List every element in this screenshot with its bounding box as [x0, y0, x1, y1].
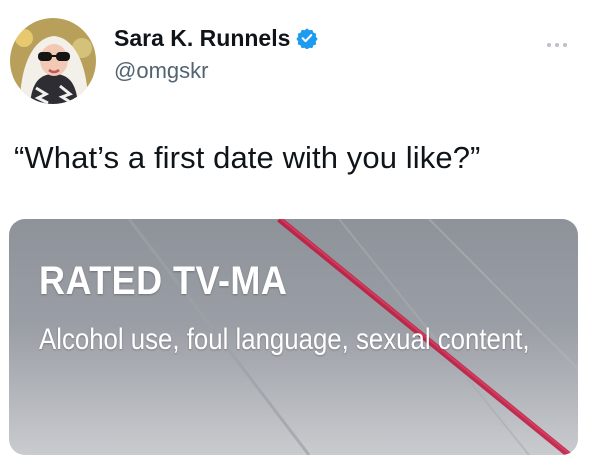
name-row: Sara K. Runnels — [114, 25, 319, 52]
avatar[interactable] — [10, 18, 96, 104]
tweet-media[interactable]: RATED TV-MA Alcohol use, foul language, … — [9, 219, 578, 455]
more-dot — [547, 43, 551, 47]
verified-badge-icon — [296, 28, 319, 49]
tweet-header: Sara K. Runnels @omgskr — [10, 18, 319, 104]
more-options-icon[interactable] — [545, 34, 569, 52]
more-dot — [563, 43, 567, 47]
profile-photo-icon — [10, 18, 96, 104]
user-names: Sara K. Runnels @omgskr — [114, 25, 319, 84]
tweet-card: Sara K. Runnels @omgskr “What’s a first … — [0, 0, 599, 468]
tweet-text: “What’s a first date with you like?” — [14, 140, 481, 175]
display-name[interactable]: Sara K. Runnels — [114, 25, 290, 52]
user-handle[interactable]: @omgskr — [114, 58, 318, 84]
more-dot — [555, 43, 559, 47]
media-descriptors: Alcohol use, foul language, sexual conte… — [39, 323, 530, 356]
media-rating: RATED TV-MA — [39, 259, 288, 303]
